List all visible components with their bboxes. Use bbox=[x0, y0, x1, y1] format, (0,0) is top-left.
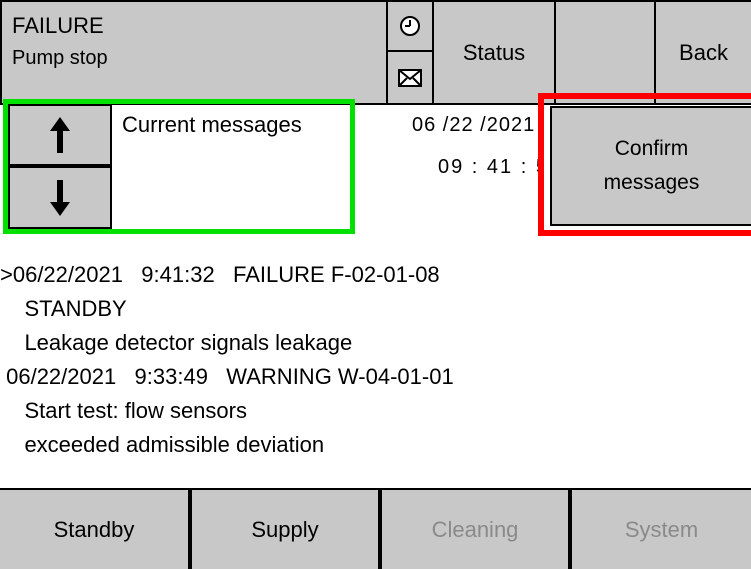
icon-column bbox=[386, 0, 434, 105]
message-line: 06/22/2021 9:33:49 WARNING W-04-01-01 bbox=[0, 364, 454, 389]
confirm-label-line2: messages bbox=[603, 171, 700, 194]
tab-supply[interactable]: Supply bbox=[190, 488, 380, 569]
clock-icon bbox=[400, 16, 420, 36]
message-line: Leakage detector signals leakage bbox=[0, 330, 353, 355]
clock-button[interactable] bbox=[388, 2, 432, 52]
date-display: 06 /22 /2021 bbox=[412, 114, 536, 136]
message-line: Start test: flow sensors bbox=[0, 398, 247, 423]
back-button[interactable]: Back bbox=[654, 0, 751, 105]
message-line: exceeded admissible deviation bbox=[0, 432, 325, 457]
messages-button[interactable] bbox=[388, 52, 432, 103]
tab-standby[interactable]: Standby bbox=[0, 488, 190, 569]
status-panel: FAILURE Pump stop bbox=[0, 0, 388, 105]
envelope-icon bbox=[398, 68, 422, 87]
status-button[interactable]: Status bbox=[432, 0, 556, 105]
confirm-label-line1: Confirm bbox=[614, 137, 689, 160]
tab-system[interactable]: System bbox=[570, 488, 751, 569]
current-messages-label: Current messages bbox=[122, 112, 302, 137]
message-line: STANDBY bbox=[0, 296, 127, 321]
message-line: >06/22/2021 9:41:32 FAILURE F-02-01-08 bbox=[0, 262, 440, 287]
tab-cleaning[interactable]: Cleaning bbox=[380, 488, 570, 569]
blank-button[interactable] bbox=[554, 0, 656, 105]
message-list[interactable]: >06/22/2021 9:41:32 FAILURE F-02-01-08 S… bbox=[0, 258, 751, 458]
time-display: 09 : 41 : 54 bbox=[438, 156, 540, 178]
status-subtitle: Pump stop bbox=[12, 47, 108, 69]
status-title: FAILURE bbox=[12, 13, 104, 38]
scroll-down-button[interactable] bbox=[8, 166, 112, 229]
confirm-messages-button[interactable]: Confirm messages bbox=[550, 106, 751, 226]
arrow-up-icon bbox=[50, 117, 70, 153]
arrow-down-icon bbox=[50, 179, 70, 216]
scroll-up-button[interactable] bbox=[8, 104, 112, 166]
